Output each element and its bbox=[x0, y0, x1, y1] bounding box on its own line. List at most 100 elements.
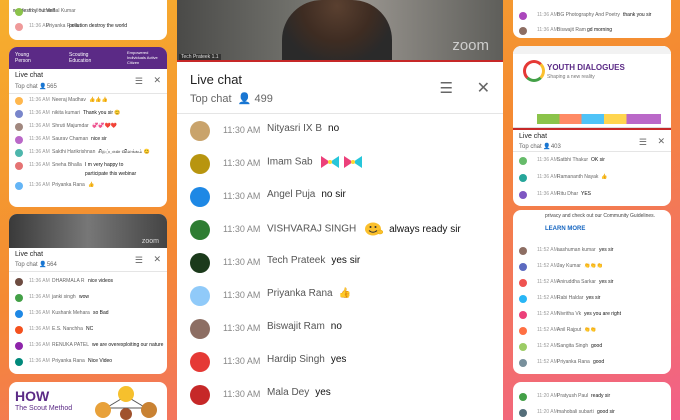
chat-message-text: 👍 bbox=[601, 174, 608, 180]
learn-more-button[interactable]: LEARN MORE bbox=[545, 226, 585, 232]
chat-message: 11:52 AM Priyanka Rana good bbox=[513, 356, 671, 372]
chat-message-text: nice videos bbox=[88, 278, 114, 284]
avatar bbox=[190, 286, 210, 306]
chat-message: 11:30 AM Priyanka Rana 👍 bbox=[177, 280, 503, 313]
community-notice: privacy and check out our Community Guid… bbox=[545, 213, 656, 219]
bowtie-emoji-icon bbox=[344, 156, 363, 168]
chat-mode-selector[interactable]: Top chat 👤 499 bbox=[190, 92, 273, 105]
viewer-icon: 👤 bbox=[543, 144, 551, 150]
chat-message: 11:36 AM Priyanka Rana Nice Video bbox=[9, 355, 167, 371]
filter-icon[interactable]: ☰ bbox=[135, 255, 143, 266]
chat-message-text: 👍 bbox=[88, 182, 95, 188]
avatar bbox=[190, 121, 210, 141]
chat-message-text: wow bbox=[79, 294, 90, 300]
right-low-chat-card: privacy and check out our Community Guid… bbox=[513, 210, 671, 374]
chat-message-text: 👏👏👏 bbox=[584, 263, 603, 269]
avatar bbox=[190, 319, 210, 339]
chat-mode[interactable]: Top chat 👤403 bbox=[519, 143, 561, 150]
chat-message: 11:36 AM Shruti Majumdar 💞💞❤️❤️ bbox=[9, 120, 167, 133]
chat-message: 11:30 AM Hardip Singh yes bbox=[177, 346, 503, 379]
viewer-icon: 👤 bbox=[237, 93, 252, 105]
chat-message: 11:36 AM E.S. Nanchha NC bbox=[9, 323, 167, 339]
zoom-watermark: zoom bbox=[452, 37, 489, 54]
chat-message-text: yes you are right bbox=[584, 311, 621, 317]
chat-list: 11:36 AM Satbhi Thakur OK sir 11:36 AM Rama… bbox=[513, 152, 671, 205]
video-banner: Young Person Scouting Education Empowere… bbox=[9, 47, 167, 69]
video-thumbnail: zoom bbox=[9, 214, 167, 248]
chat-message: 11:36 AM Sakthi Harikrishnan சிறப்பான விளக… bbox=[9, 146, 167, 159]
slide-subtitle: Shaping a new reality bbox=[547, 74, 595, 80]
chat-message: 11:36 AM BG Photography And Poetry thank y… bbox=[513, 9, 671, 22]
chat-message-text: yes sir bbox=[599, 247, 614, 253]
chat-title: Live chat bbox=[519, 133, 548, 140]
chat-message-text: yes sir bbox=[599, 279, 614, 285]
chat-message: 11:36 AM Ritu Dhar YES bbox=[513, 188, 671, 205]
close-icon[interactable]: ✕ bbox=[153, 75, 161, 86]
main-chat-card: Tech Prateek 1.1 zoom Live chat Top chat… bbox=[177, 0, 503, 420]
chat-message: 11:36 AM DHARMALA Rnice videos bbox=[9, 275, 167, 291]
left-bot-chat-card: zoom Live chat Top chat 👤564 ☰ ✕ 11:36 A… bbox=[9, 214, 167, 374]
chat-message: 11:36 AM Saurav Chaman nice sir bbox=[9, 133, 167, 146]
filter-icon[interactable]: ☰ bbox=[135, 76, 143, 87]
avatar bbox=[190, 220, 210, 240]
chat-header: Live chat Top chat 👤565 ☰ ✕ bbox=[9, 69, 167, 94]
chat-message-text: good bbox=[593, 359, 605, 365]
chat-message: 11:36 AM Neeraj Madhav 👍👍👍 bbox=[9, 94, 167, 107]
chat-message: 11:36 AM Kushank Mehara so Bad bbox=[9, 307, 167, 323]
chat-mode[interactable]: Top chat 👤564 bbox=[15, 261, 57, 268]
chat-message-text: OK sir bbox=[591, 157, 605, 163]
speaker-figure bbox=[282, 0, 392, 62]
chat-message: 11:30 AM Biswajit Ram no bbox=[177, 313, 503, 346]
chat-list: 11:52 AM aashuman kumar yes sir 11:52 AM Ja… bbox=[513, 244, 671, 372]
chat-message-text: 👍👍👍 bbox=[89, 97, 108, 103]
chat-message: 11:30 AM Angel Puja no sir bbox=[177, 181, 503, 214]
chat-message: 11:36 AM Priyanka Rana pollution destroy t… bbox=[9, 20, 167, 33]
chat-message-text: we are overexploiting our nature bbox=[92, 342, 164, 348]
chat-message: 11:52 AM aashuman kumar yes sir bbox=[513, 244, 671, 260]
filter-icon[interactable]: ☰ bbox=[440, 79, 453, 97]
filter-icon[interactable]: ☰ bbox=[639, 137, 647, 148]
slide-thumbnail: YOUTH DIALOGUES Shaping a new reality bbox=[513, 46, 671, 128]
close-icon[interactable]: ✕ bbox=[153, 254, 161, 265]
slide-title: HOW bbox=[15, 388, 50, 404]
chat-message: 11:52 AM Rabi Haldar yes sir bbox=[513, 292, 671, 308]
video-frame: Tech Prateek 1.1 zoom bbox=[177, 0, 503, 62]
smile-emoji-icon bbox=[365, 222, 384, 236]
avatar bbox=[190, 154, 210, 174]
chat-message: 11:36 AM janki singh wow bbox=[9, 291, 167, 307]
avatar bbox=[190, 187, 210, 207]
chat-message: 11:52 AM Anil Rajput 👏👏 bbox=[513, 324, 671, 340]
chat-header: Live chat Top chat 👤 499 ☰ ✕ bbox=[177, 62, 503, 114]
slide-subtitle: The Scout Method bbox=[15, 405, 73, 412]
close-icon[interactable]: ✕ bbox=[657, 136, 665, 147]
left-mid-chat-card: Young Person Scouting Education Empowere… bbox=[9, 47, 167, 207]
close-icon[interactable]: ✕ bbox=[477, 78, 490, 98]
chat-message: 11:36 AM Biswajit Ram gd morning bbox=[513, 24, 671, 37]
chat-message: 11:52 AM Aniruddha Sarkar yes sir bbox=[513, 276, 671, 292]
chat-message-text: I m very happy to participate this webin… bbox=[85, 162, 137, 177]
bowtie-emoji-icon bbox=[321, 156, 340, 168]
chat-mode[interactable]: Top chat 👤565 bbox=[15, 83, 57, 90]
chat-message-text: YES bbox=[581, 191, 592, 197]
slide-logo bbox=[523, 60, 545, 82]
slide-title: YOUTH DIALOGUES bbox=[547, 63, 625, 72]
chat-message: 11:30 AM VISHVARAJ SINGH always ready sir bbox=[177, 214, 503, 247]
chat-message: 11:52 AM Sangita Singh good bbox=[513, 340, 671, 356]
chat-message: 11:36 AM Satbhi Thakur OK sir bbox=[513, 154, 671, 171]
chat-message: 11:36 AM RENUKA PATEL we are overexploitin… bbox=[9, 339, 167, 355]
chat-message: 11:20 AM mahobali subarti good sir bbox=[513, 406, 671, 419]
viewer-icon: 👤 bbox=[39, 84, 47, 90]
left-top-chat-card: 11:36 AM Vishal Kumar we destroy our self … bbox=[9, 0, 167, 40]
chat-title: Live chat bbox=[15, 72, 44, 79]
viewer-icon: 👤 bbox=[39, 262, 47, 268]
chat-message-text: சிறப்பான விளக்கம் 😊 bbox=[98, 149, 150, 155]
chat-list: 11:36 AM Neeraj Madhav 👍👍👍 11:36 AM nikita … bbox=[9, 94, 167, 192]
chat-message: 11:20 AM Pratyush Paul ready sir bbox=[513, 390, 671, 403]
chat-message: 11:36 AM Ramananth Nayak 👍 bbox=[513, 171, 671, 188]
right-bot-chat-card: 11:20 AM Pratyush Paul ready sir 11:20 AM m… bbox=[513, 382, 671, 420]
chat-header: Live chat Top chat 👤564 ☰ ✕ bbox=[9, 248, 167, 272]
chat-message-text: yes sir bbox=[586, 295, 601, 301]
chat-list: 11:36 AM DHARMALA Rnice videos 11:36 AM ja… bbox=[9, 272, 167, 371]
chat-message: 11:30 AM Tech Prateek yes sir bbox=[177, 247, 503, 280]
chat-message: 11:36 AM Sneha Bhalla I m very happy to pa… bbox=[9, 159, 167, 179]
